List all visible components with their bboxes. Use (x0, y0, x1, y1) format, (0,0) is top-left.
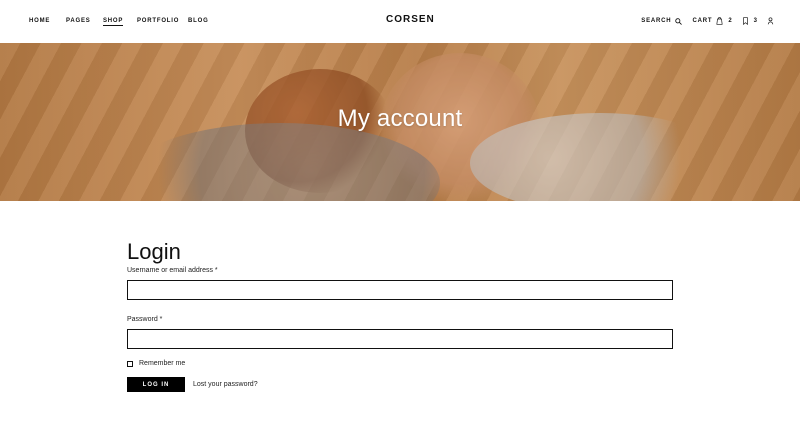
search-icon (675, 17, 683, 25)
login-title: Login (127, 239, 181, 264)
password-label: Password * (127, 316, 163, 323)
cart-icon (716, 17, 723, 25)
cart-count: 2 (728, 18, 732, 24)
username-input[interactable] (127, 280, 673, 300)
login-actions: LOG IN Lost your password? (127, 377, 675, 392)
site-logo[interactable]: CORSEN (386, 14, 435, 25)
login-button[interactable]: LOG IN (127, 377, 185, 392)
bookmark-icon (742, 17, 749, 25)
cart-label: CART (692, 18, 713, 24)
search-button[interactable]: SEARCH (641, 17, 683, 25)
header-actions: SEARCH CART 2 3 (641, 14, 774, 28)
nav-shop-link[interactable]: SHOP (103, 18, 124, 26)
search-label: SEARCH (641, 18, 672, 24)
lost-password-link[interactable]: Lost your password? (193, 381, 258, 388)
form-spacer (127, 300, 675, 312)
page-hero: My account (0, 43, 800, 201)
password-input[interactable] (127, 329, 673, 349)
remember-me-label: Remember me (139, 360, 186, 367)
wishlist-count: 3 (753, 18, 757, 24)
nav-home-link[interactable]: HOME (29, 18, 50, 24)
nav-pages-link[interactable]: PAGES (66, 18, 91, 24)
wishlist-button[interactable]: 3 (742, 17, 757, 25)
nav-portfolio-link[interactable]: PORTFOLIO (137, 18, 179, 24)
username-label: Username or email address * (127, 267, 218, 274)
user-icon (767, 17, 774, 25)
remember-me-row: Remember me (127, 360, 675, 367)
remember-me-checkbox[interactable] (127, 360, 133, 367)
hero-title: My account (337, 105, 463, 132)
nav-blog-link[interactable]: BLOG (188, 18, 209, 24)
cart-button[interactable]: CART 2 (692, 17, 732, 25)
site-header: HOME PAGES SHOP PORTFOLIO BLOG CORSEN SE… (0, 0, 800, 43)
account-button[interactable] (767, 17, 774, 25)
login-form: Login Username or email address * Passwo… (127, 241, 675, 392)
